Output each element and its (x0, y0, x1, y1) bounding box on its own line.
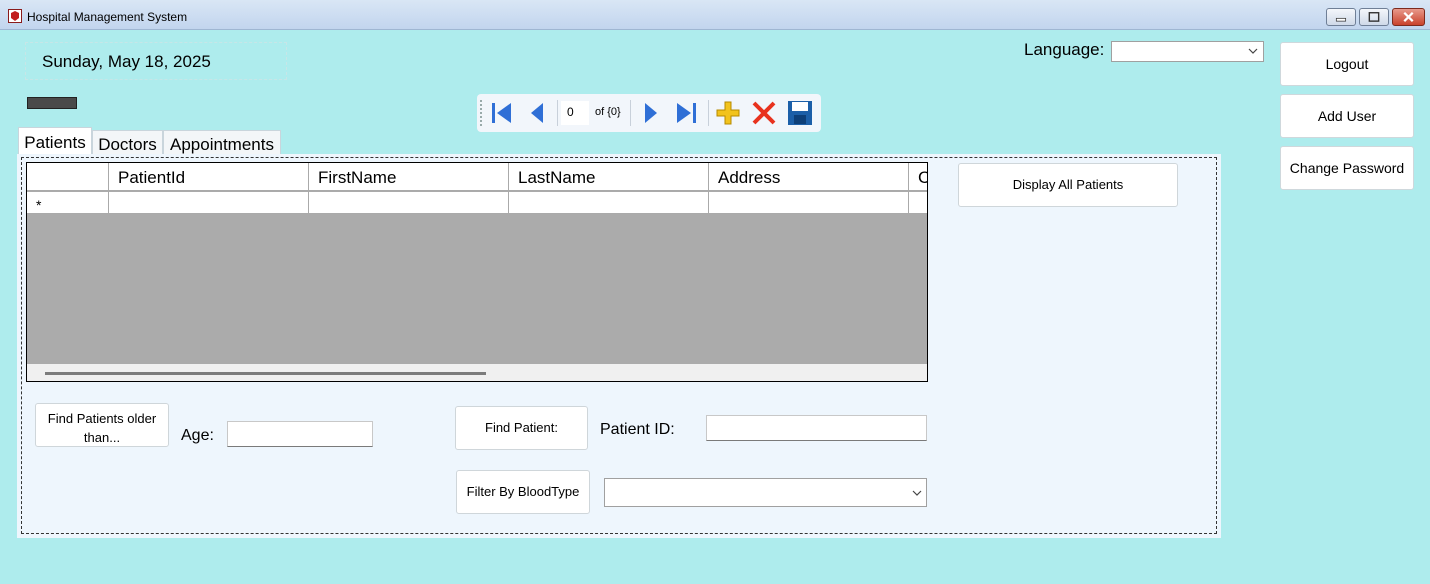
hospital-app-icon (8, 9, 22, 23)
binding-navigator: 0 of {0} (477, 94, 821, 132)
move-last-icon[interactable] (673, 100, 699, 126)
change-password-button[interactable]: Change Password (1280, 146, 1414, 190)
tab-patients[interactable]: Patients (18, 127, 92, 156)
move-next-icon[interactable] (637, 100, 663, 126)
move-previous-icon[interactable] (525, 100, 551, 126)
current-date: Sunday, May 18, 2025 (25, 42, 287, 80)
display-all-patients-button[interactable]: Display All Patients (958, 163, 1178, 207)
table-cell[interactable] (309, 192, 509, 214)
toolbar-separator (630, 100, 631, 126)
age-input[interactable] (227, 421, 373, 447)
minimize-button[interactable] (1326, 8, 1356, 26)
find-patient-button[interactable]: Find Patient: (455, 406, 588, 450)
tab-appointments[interactable]: Appointments (163, 130, 281, 156)
language-label: Language: (1024, 40, 1105, 59)
find-patients-older-button[interactable]: Find Patients older than... (35, 403, 169, 447)
filter-by-bloodtype-button[interactable]: Filter By BloodType (456, 470, 590, 514)
row-header-corner (27, 163, 109, 191)
patient-id-label: Patient ID: (600, 421, 675, 438)
column-header-firstname[interactable]: FirstName (309, 163, 509, 191)
patients-grid[interactable]: PatientId FirstName LastName Address C * (26, 162, 928, 382)
minimize-icon (1335, 17, 1347, 22)
maximize-button[interactable] (1359, 8, 1389, 26)
language-select[interactable] (1111, 41, 1264, 62)
patient-id-input[interactable] (706, 415, 927, 441)
delete-icon[interactable] (751, 100, 777, 126)
row-header[interactable]: * (27, 192, 109, 214)
column-header-patientid[interactable]: PatientId (109, 163, 309, 191)
scrollbar-thumb[interactable] (45, 372, 486, 375)
close-button[interactable] (1392, 8, 1425, 26)
table-cell[interactable] (709, 192, 909, 214)
column-header-lastname[interactable]: LastName (509, 163, 709, 191)
column-header-truncated[interactable]: C (909, 163, 927, 191)
table-cell[interactable] (509, 192, 709, 214)
grid-header: PatientId FirstName LastName Address C (27, 163, 927, 191)
record-count-label: of {0} (595, 106, 621, 118)
add-new-icon[interactable] (715, 100, 741, 126)
logout-button[interactable]: Logout (1280, 42, 1414, 86)
table-cell[interactable] (109, 192, 309, 214)
table-cell[interactable] (909, 192, 927, 214)
window-title: Hospital Management System (27, 10, 188, 24)
new-row-marker: * (36, 197, 42, 213)
tab-doctors[interactable]: Doctors (92, 130, 163, 156)
move-first-icon[interactable] (489, 100, 515, 126)
maximize-icon (1368, 12, 1380, 22)
horizontal-scrollbar[interactable] (27, 364, 927, 381)
toolbar-separator (708, 100, 709, 126)
position-input[interactable]: 0 (561, 101, 589, 125)
chevron-down-icon (912, 490, 922, 496)
chevron-down-icon (1248, 48, 1258, 54)
column-header-address[interactable]: Address (709, 163, 909, 191)
age-label: Age: (181, 427, 214, 444)
toolbar-separator (557, 100, 558, 126)
bloodtype-select[interactable] (604, 478, 927, 507)
status-indicator (27, 97, 77, 109)
toolbar-grip[interactable] (480, 100, 483, 126)
save-icon[interactable] (787, 100, 813, 126)
add-user-button[interactable]: Add User (1280, 94, 1414, 138)
window-titlebar: Hospital Management System (0, 0, 1430, 30)
close-icon (1403, 11, 1414, 23)
table-row[interactable]: * (27, 192, 927, 214)
